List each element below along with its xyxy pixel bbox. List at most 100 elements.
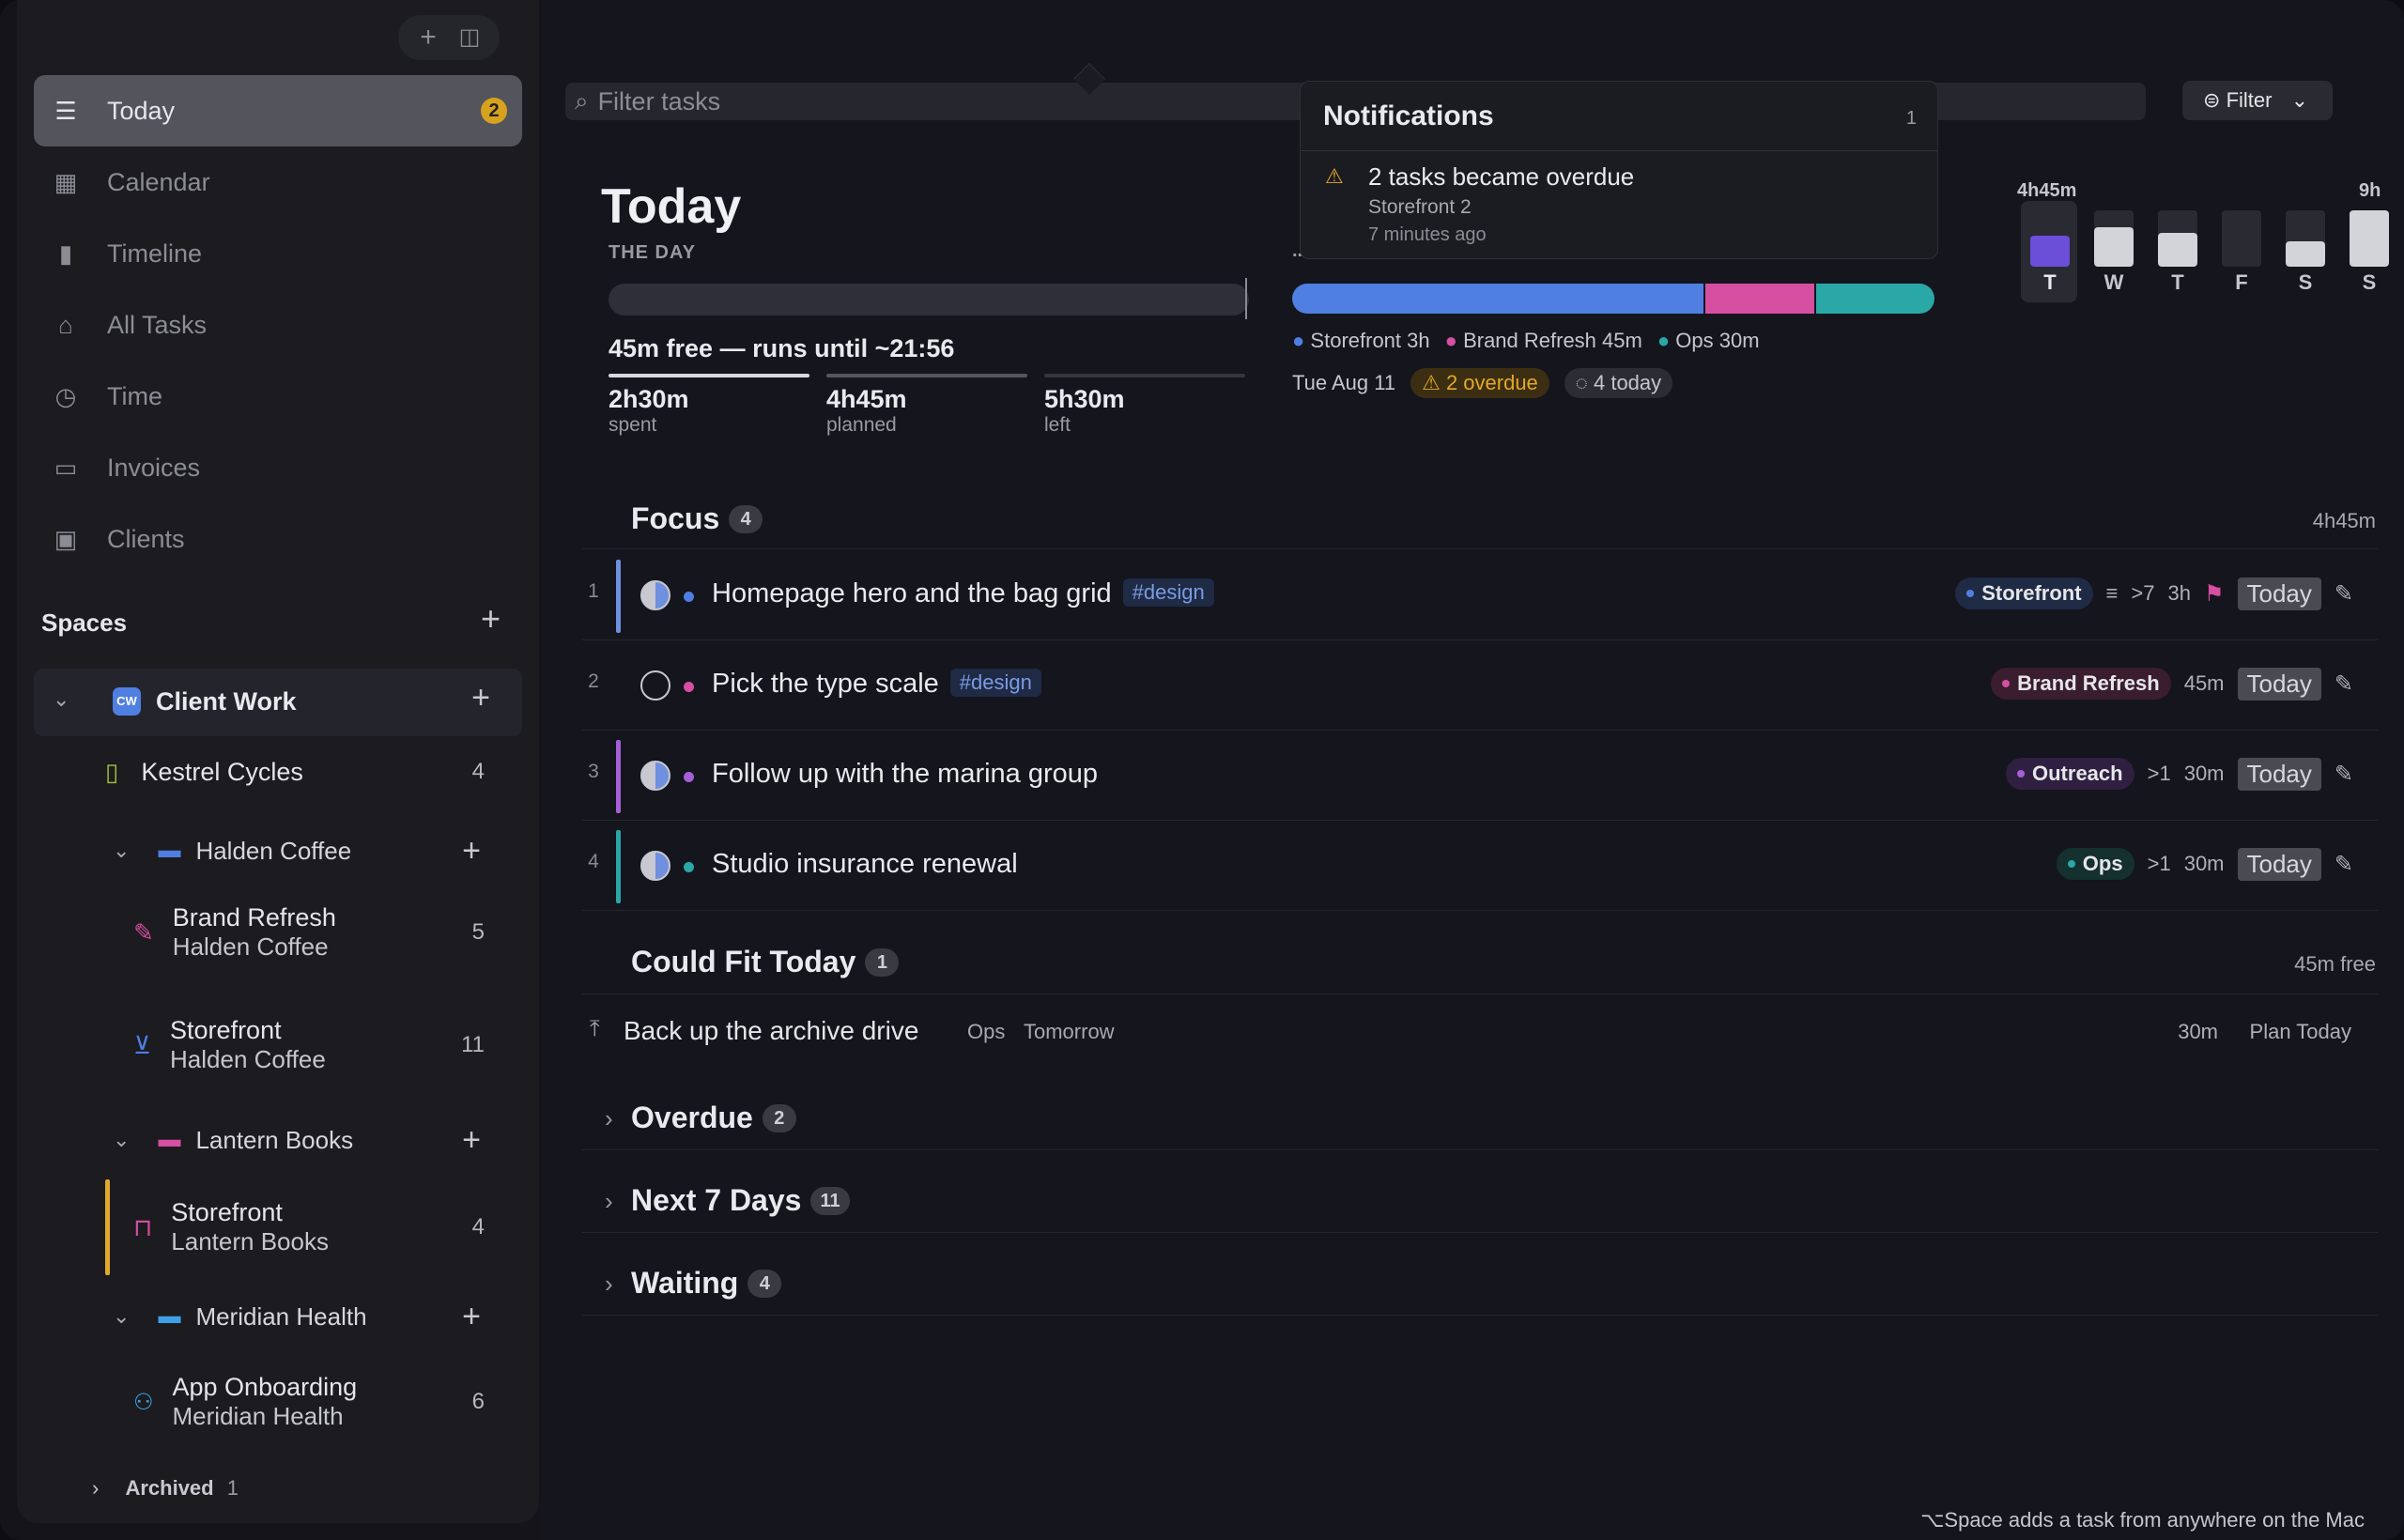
brush-icon: ✎ xyxy=(133,917,154,947)
add-to-folder-button[interactable]: + xyxy=(462,1122,481,1159)
overdue-badge[interactable]: ⚠ 2 overdue xyxy=(1410,368,1549,398)
project-pill[interactable]: Ops xyxy=(2056,848,2134,880)
project-storefront-lantern[interactable]: ⊓ Storefront Lantern Books 4 xyxy=(34,1193,522,1262)
folder-icon: ▬ xyxy=(158,1127,181,1152)
today-button[interactable]: Today xyxy=(2237,577,2321,610)
today-button[interactable]: Today xyxy=(2237,757,2321,791)
duration: 30m xyxy=(2183,762,2225,785)
project-pill[interactable]: Outreach xyxy=(2006,758,2134,790)
could-fit-row[interactable]: ⤒ Back up the archive drive Ops Tomorrow… xyxy=(582,997,2378,1065)
toolbar-group-create: + ◫ xyxy=(398,15,500,60)
sidebar-item-time[interactable]: ◷ Time xyxy=(34,361,522,432)
stat-planned: 4h45m planned xyxy=(826,385,907,436)
week-bar-fill xyxy=(2094,227,2134,267)
add-to-folder-button[interactable]: + xyxy=(462,1299,481,1335)
archived-toggle[interactable]: › Archived 1 xyxy=(92,1476,239,1501)
task-row[interactable]: 1 Homepage hero and the bag grid #design … xyxy=(582,550,2378,640)
task-status-checkbox[interactable] xyxy=(640,670,670,701)
could-fit-duration: 30m xyxy=(2178,1020,2218,1043)
stat-spent: 2h30m spent xyxy=(609,385,689,436)
edit-icon[interactable]: ✎ xyxy=(2335,761,2353,788)
folder-lantern-books[interactable]: ⌄ ▬ Lantern Books + xyxy=(34,1119,522,1161)
week-current-total: 4h45m xyxy=(2017,180,2077,201)
filter-button[interactable]: ⊜ Filter ⌄ xyxy=(2182,81,2333,120)
sidebar-item-today[interactable]: ☰ Today 2 xyxy=(34,75,522,146)
week-day-label[interactable]: S xyxy=(2286,270,2325,295)
today-count-badge: 2 xyxy=(481,98,507,124)
folder-meridian-health[interactable]: ⌄ ▬ Meridian Health + xyxy=(34,1296,522,1337)
task-status-checkbox[interactable] xyxy=(640,851,670,881)
plan-segment-storefront xyxy=(1292,284,1703,314)
could-fit-project: Ops xyxy=(967,1020,1006,1043)
folder-halden-coffee[interactable]: ⌄ ▬ Halden Coffee + xyxy=(34,830,522,871)
timeline-icon: ▮ xyxy=(58,239,73,268)
day-progress-track xyxy=(609,284,1249,316)
section-waiting[interactable]: › Waiting 4 xyxy=(582,1260,2378,1315)
free-time-text: 45m free — runs until ~21:56 xyxy=(609,334,955,362)
flag-icon[interactable]: ⚑ xyxy=(2204,580,2225,608)
project-pill[interactable]: Brand Refresh xyxy=(1991,668,2171,700)
edit-icon[interactable]: ✎ xyxy=(2335,580,2353,608)
week-day-label[interactable]: F xyxy=(2222,270,2261,295)
subtasks-count: >7 xyxy=(2131,581,2155,605)
sidebar-toggle-icon[interactable]: ◫ xyxy=(453,17,486,58)
filter-icon: ⊜ xyxy=(2203,88,2221,112)
project-kestrel-cycles[interactable]: ▯ Kestrel Cycles 4 xyxy=(34,751,522,793)
edit-icon[interactable]: ✎ xyxy=(2335,851,2353,878)
section-next-7-days[interactable]: › Next 7 Days 11 xyxy=(582,1178,2378,1232)
calendar-icon: ▦ xyxy=(54,167,78,196)
add-project-button[interactable]: + xyxy=(471,680,490,716)
week-day-label[interactable]: T xyxy=(2158,270,2197,295)
today-button[interactable]: Today xyxy=(2237,667,2321,701)
project-app-onboarding[interactable]: ⚇ App Onboarding Meridian Health 6 xyxy=(34,1367,522,1437)
sidebar-item-timeline[interactable]: ▮ Timeline xyxy=(34,218,522,289)
week-day-label[interactable]: T xyxy=(2030,270,2070,295)
task-row[interactable]: 4 Studio insurance renewal Ops >1 30m To… xyxy=(582,821,2378,911)
sidebar-item-invoices[interactable]: ▭ Invoices xyxy=(34,432,522,503)
notifications-count: 1 xyxy=(1905,108,1917,129)
add-to-folder-button[interactable]: + xyxy=(462,833,481,870)
plan-bar xyxy=(1292,284,1934,314)
project-storefront-halden[interactable]: ⊻ Storefront Halden Coffee 11 xyxy=(34,1010,522,1080)
task-row[interactable]: 3 Follow up with the marina group Outrea… xyxy=(582,731,2378,821)
task-tag[interactable]: #design xyxy=(949,669,1041,697)
task-status-checkbox[interactable] xyxy=(640,580,670,610)
task-row[interactable]: 2 Pick the type scale #design Brand Refre… xyxy=(582,640,2378,731)
cart-icon: ⊻ xyxy=(133,1030,152,1059)
chevron-down-icon: ⌄ xyxy=(113,1304,131,1328)
date-label: Tue Aug 11 xyxy=(1292,371,1396,394)
today-button[interactable]: Today xyxy=(2237,847,2321,881)
legend-storefront: ● Storefront 3h xyxy=(1292,329,1430,352)
sidebar-item-clients[interactable]: ▣ Clients xyxy=(34,503,522,575)
space-client-work[interactable]: ⌄ CW Client Work + xyxy=(34,669,522,736)
add-space-button[interactable]: + xyxy=(481,599,501,639)
notification-item[interactable]: ⚠ 2 tasks became overdue Storefront 2 7 … xyxy=(1301,157,1937,251)
app-window: ☰ Today 2 ▦ Calendar ▮ Timeline ⌂ All Ta… xyxy=(0,0,2404,1540)
project-icon: ▯ xyxy=(105,757,119,786)
week-max-label: 9h xyxy=(2359,180,2381,201)
duration: 45m xyxy=(2183,671,2225,695)
today-count-badge[interactable]: ◌ 4 today xyxy=(1564,368,1673,398)
plan-today-button[interactable]: Plan Today xyxy=(2250,1020,2351,1044)
chevron-down-icon: ⌄ xyxy=(113,1128,131,1151)
legend-brand-refresh: ● Brand Refresh 45m xyxy=(1444,329,1642,352)
duration: 30m xyxy=(2183,852,2225,875)
sidebar-item-calendar[interactable]: ▦ Calendar xyxy=(34,146,522,218)
legend-ops: ● Ops 30m xyxy=(1657,329,1760,352)
add-task-button[interactable]: + xyxy=(411,17,445,58)
chevron-down-icon: ⌄ xyxy=(113,839,131,862)
section-overdue[interactable]: › Overdue 2 xyxy=(582,1095,2378,1149)
edit-icon[interactable]: ✎ xyxy=(2335,670,2353,698)
inbox-icon: ⌂ xyxy=(58,310,73,339)
week-day-label[interactable]: S xyxy=(2350,270,2389,295)
left-bar xyxy=(1044,374,1245,377)
project-pill[interactable]: Storefront xyxy=(1955,578,2093,609)
task-status-checkbox[interactable] xyxy=(640,761,670,791)
warning-icon: ⚠ xyxy=(1325,164,1344,188)
chevron-right-icon: › xyxy=(92,1476,100,1500)
sidebar-item-all-tasks[interactable]: ⌂ All Tasks xyxy=(34,289,522,361)
task-tag[interactable]: #design xyxy=(1122,578,1214,607)
week-day-label[interactable]: W xyxy=(2094,270,2134,295)
project-brand-refresh[interactable]: ✎ Brand Refresh Halden Coffee 5 xyxy=(34,898,522,967)
chevron-right-icon: › xyxy=(605,1104,613,1132)
